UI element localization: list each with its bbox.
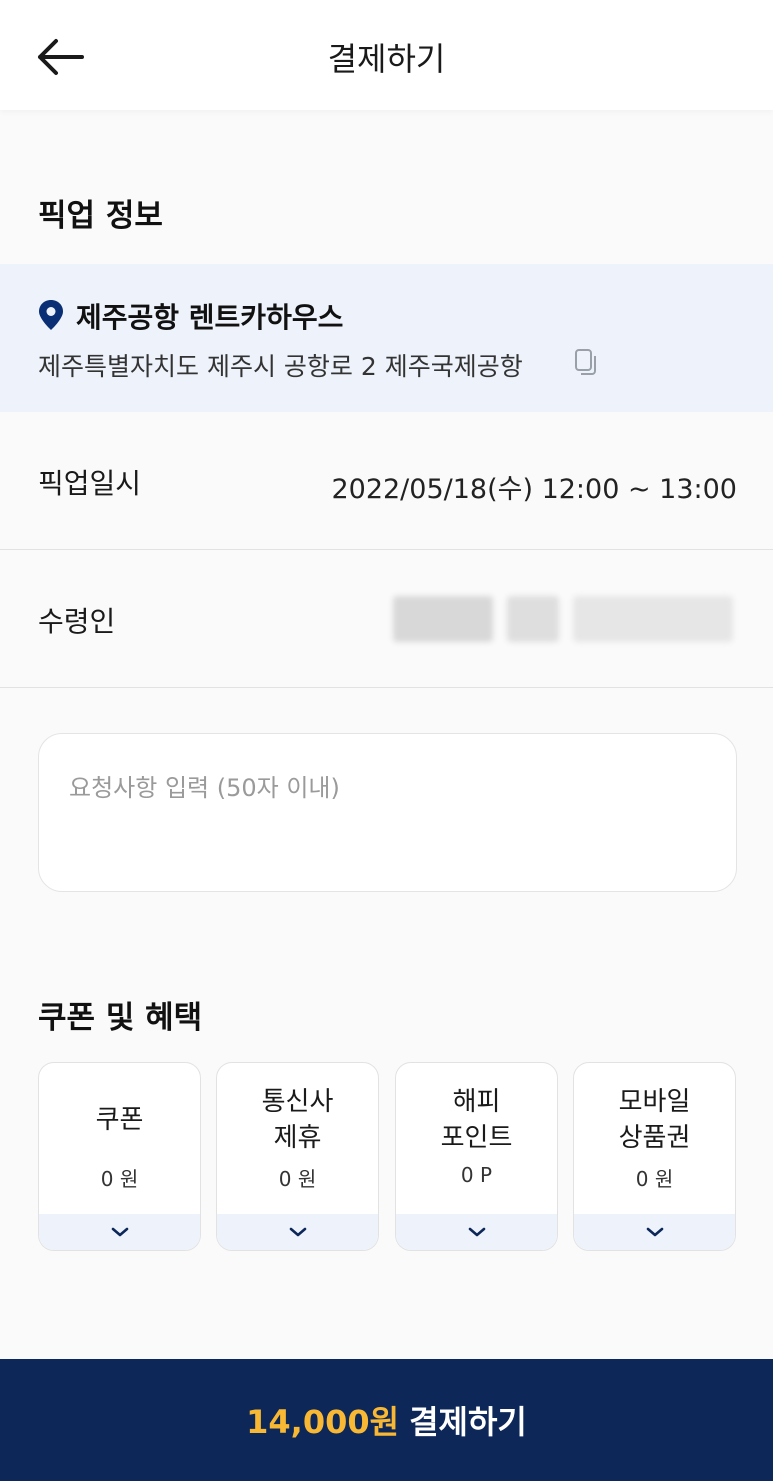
pickup-location-name: 제주공항 렌트카하우스: [76, 301, 344, 334]
receiver-row: 수령인: [0, 550, 773, 688]
pickup-section-title: 픽업 정보: [38, 198, 163, 234]
card-value: 0 원: [278, 1167, 317, 1191]
card-expand[interactable]: [574, 1214, 735, 1250]
happy-point-card[interactable]: 해피 포인트 0 P: [395, 1062, 558, 1251]
pay-button[interactable]: 14,000원 결제하기: [0, 1359, 773, 1481]
card-expand[interactable]: [217, 1214, 378, 1250]
card-title: 해피 포인트: [396, 1063, 557, 1163]
redacted-block: [573, 596, 733, 642]
page-title: 결제하기: [327, 40, 446, 78]
card-expand[interactable]: [396, 1214, 557, 1250]
card-title-line: 해피: [452, 1087, 501, 1117]
pay-amount: 14,000원: [246, 1403, 400, 1441]
card-value: 0 원: [635, 1167, 674, 1191]
request-input[interactable]: [39, 734, 736, 891]
copy-icon[interactable]: [573, 348, 599, 378]
card-title-line: 제휴: [273, 1123, 322, 1153]
pay-label: 결제하기: [409, 1403, 527, 1441]
card-title-line: 포인트: [440, 1123, 513, 1153]
receiver-label: 수령인: [38, 605, 116, 638]
redacted-block: [507, 596, 559, 642]
card-title-line: 모바일: [618, 1087, 691, 1117]
card-value: 0 P: [460, 1163, 493, 1187]
chevron-down-icon: [646, 1227, 663, 1237]
card-title-line: 통신사: [261, 1087, 334, 1117]
receiver-value-redacted: [393, 594, 749, 644]
pickup-location-address: 제주특별자치도 제주시 공항로 2 제주국제공항: [38, 352, 523, 381]
telecom-partner-card[interactable]: 통신사 제휴 0 원: [216, 1062, 379, 1251]
card-title-line: 상품권: [618, 1123, 691, 1153]
benefit-cards: 쿠폰 0 원 통신사 제휴 0 원 해피 포인트 0 P 모바일 상품권 0 원: [38, 1062, 737, 1251]
card-title-line: 쿠폰: [95, 1105, 144, 1135]
chevron-down-icon: [111, 1227, 128, 1237]
coupon-card[interactable]: 쿠폰 0 원: [38, 1062, 201, 1251]
card-title: 통신사 제휴: [217, 1063, 378, 1163]
chevron-down-icon: [289, 1227, 306, 1237]
chevron-down-icon: [468, 1227, 485, 1237]
location-pin-icon: [39, 300, 63, 330]
card-value: 0 원: [100, 1167, 139, 1191]
app-header: 결제하기: [0, 0, 773, 110]
pickup-location-card: [0, 264, 773, 412]
redacted-block: [393, 596, 493, 642]
card-title: 쿠폰: [39, 1063, 200, 1163]
payment-page: 결제하기 픽업 정보 제주공항 렌트카하우스 제주특별자치도 제주시 공항로 2…: [0, 0, 773, 1481]
mobile-giftcard-card[interactable]: 모바일 상품권 0 원: [573, 1062, 736, 1251]
pickup-datetime-label: 픽업일시: [38, 467, 142, 500]
request-field-container: [38, 733, 737, 892]
card-title: 모바일 상품권: [574, 1063, 735, 1163]
benefits-section-title: 쿠폰 및 혜택: [38, 1000, 203, 1036]
pickup-datetime-value: 2022/05/18(수) 12:00 ~ 13:00: [331, 474, 737, 505]
pickup-datetime-row: 픽업일시 2022/05/18(수) 12:00 ~ 13:00: [0, 412, 773, 550]
card-expand[interactable]: [39, 1214, 200, 1250]
